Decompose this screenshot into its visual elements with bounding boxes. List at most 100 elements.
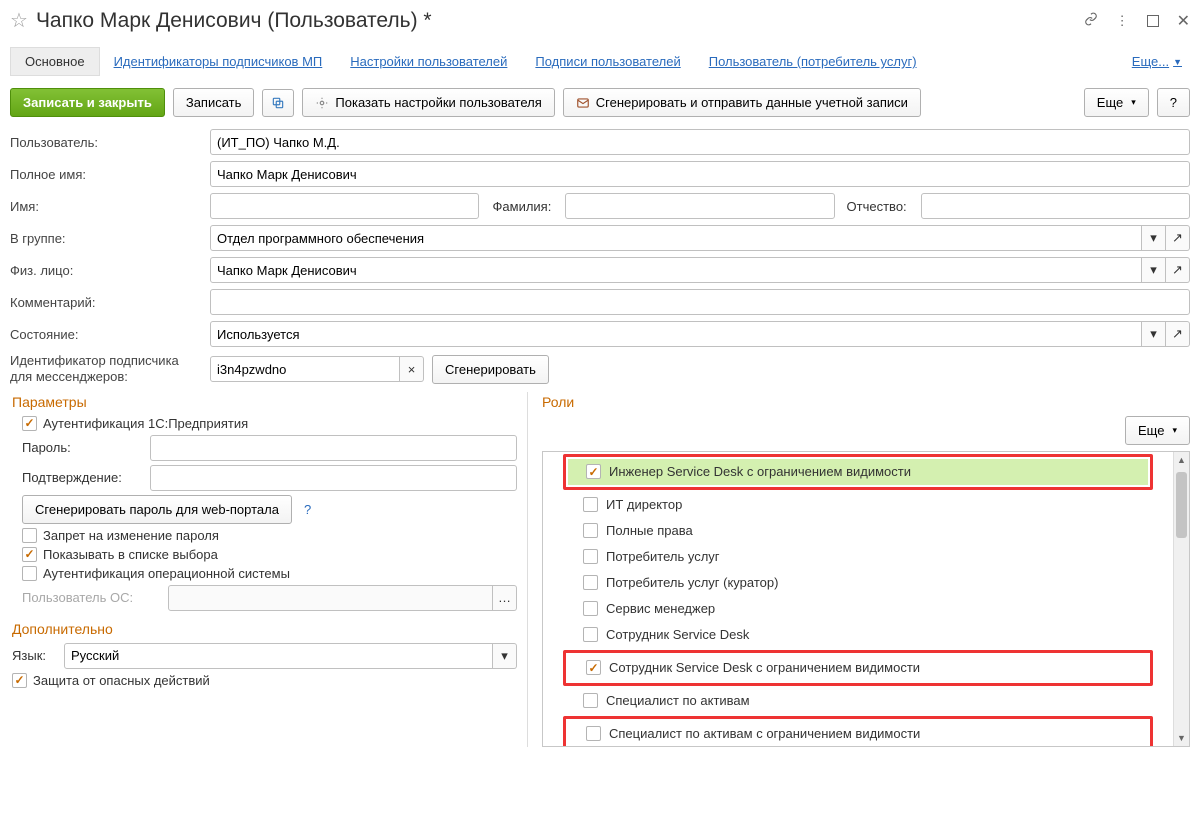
role-label: Специалист по активам [606,693,750,708]
role-checkbox[interactable] [583,627,598,642]
scroll-up-icon[interactable]: ▲ [1174,452,1189,468]
help-link[interactable]: ? [298,502,317,517]
role-checkbox[interactable] [583,575,598,590]
comment-label: Комментарий: [10,295,202,310]
user-input[interactable] [210,129,1190,155]
open-icon[interactable]: ↗ [1166,321,1190,347]
password-label: Пароль: [22,440,142,455]
full-name-input[interactable] [210,161,1190,187]
open-icon[interactable]: ↗ [1166,225,1190,251]
tab-bar: Основное Идентификаторы подписчиков МП Н… [10,47,1190,76]
show-in-list-checkbox[interactable] [22,547,37,562]
confirm-input[interactable] [150,465,517,491]
auth-1c-label: Аутентификация 1С:Предприятия [43,416,248,431]
tab-consumer[interactable]: Пользователь (потребитель услуг) [695,48,931,75]
chevron-down-icon[interactable]: ▾ [1142,257,1166,283]
confirm-label: Подтверждение: [22,470,142,485]
tab-main[interactable]: Основное [10,47,100,76]
additional-header: Дополнительно [12,621,517,637]
roles-more-button[interactable]: Еще▾ [1125,416,1190,445]
name-input[interactable] [210,193,479,219]
role-checkbox[interactable] [583,497,598,512]
favorite-star-icon[interactable]: ☆ [10,8,28,33]
status-label: Состояние: [10,327,202,342]
roles-header: Роли [542,394,1190,410]
group-label: В группе: [10,231,202,246]
show-in-list-label: Показывать в списке выбора [43,547,218,562]
role-checkbox[interactable] [586,464,601,479]
person-label: Физ. лицо: [10,263,202,278]
safe-actions-label: Защита от опасных действий [33,673,210,688]
tab-more[interactable]: Еще...▼ [1124,48,1190,75]
role-label: Инженер Service Desk с ограничением види… [609,464,911,479]
scroll-down-icon[interactable]: ▼ [1174,730,1189,746]
tab-subscriber-ids[interactable]: Идентификаторы подписчиков МП [100,48,337,75]
role-checkbox[interactable] [583,693,598,708]
open-icon[interactable]: ↗ [1166,257,1190,283]
os-auth-checkbox[interactable] [22,566,37,581]
role-label: Потребитель услуг (куратор) [606,575,778,590]
messenger-id-input[interactable] [210,356,400,382]
role-checkbox[interactable] [583,523,598,538]
close-icon[interactable]: ✕ [1177,11,1190,31]
kebab-menu-icon[interactable]: ⋮ [1116,13,1129,29]
titlebar: ☆ Чапко Марк Денисович (Пользователь) * … [10,8,1190,33]
chevron-down-icon[interactable]: ▾ [1142,321,1166,347]
chevron-down-icon: ▼ [1173,57,1182,67]
chevron-down-icon: ▾ [1172,425,1177,436]
language-label: Язык: [12,648,58,663]
surname-label: Фамилия: [487,199,557,214]
os-auth-label: Аутентификация операционной системы [43,566,290,581]
more-menu-button[interactable]: Еще▾ [1084,88,1149,117]
group-input[interactable] [210,225,1142,251]
full-name-label: Полное имя: [10,167,202,182]
chevron-down-icon[interactable]: ▾ [1142,225,1166,251]
page-title: Чапко Марк Денисович (Пользователь) * [36,9,1076,33]
surname-input[interactable] [565,193,834,219]
tab-user-settings[interactable]: Настройки пользователей [336,48,521,75]
scroll-thumb[interactable] [1176,472,1187,538]
link-icon[interactable] [1084,12,1098,29]
chevron-down-icon[interactable]: ▾ [493,643,517,669]
role-label: Сотрудник Service Desk [606,627,749,642]
role-checkbox[interactable] [583,549,598,564]
chevron-down-icon: ▾ [1131,97,1136,108]
language-input[interactable] [64,643,493,669]
password-input[interactable] [150,435,517,461]
roles-list: Инженер Service Desk с ограничением види… [542,451,1190,747]
generate-web-password-button[interactable]: Сгенерировать пароль для web-портала [22,495,292,524]
role-checkbox[interactable] [586,726,601,741]
save-and-close-button[interactable]: Записать и закрыть [10,88,165,117]
no-change-password-checkbox[interactable] [22,528,37,543]
patronymic-input[interactable] [921,193,1190,219]
copy-button[interactable] [262,89,294,117]
ellipsis-icon[interactable]: … [493,585,517,611]
help-button[interactable]: ? [1157,88,1190,117]
os-user-label: Пользователь ОС: [22,590,160,605]
window-restore-icon[interactable] [1147,15,1159,27]
person-input[interactable] [210,257,1142,283]
generate-id-button[interactable]: Сгенерировать [432,355,549,384]
save-button[interactable]: Записать [173,88,255,117]
safe-actions-checkbox[interactable] [12,673,27,688]
role-checkbox[interactable] [586,660,601,675]
show-settings-button[interactable]: Показать настройки пользователя [302,88,554,117]
clear-icon[interactable]: × [400,356,424,382]
tab-user-signatures[interactable]: Подписи пользователей [521,48,694,75]
generate-send-button[interactable]: Сгенерировать и отправить данные учетной… [563,88,921,117]
messenger-id-label: Идентификатор подписчика для мессенджеро… [10,353,202,386]
role-label: Сервис менеджер [606,601,715,616]
patronymic-label: Отчество: [843,199,913,214]
role-label: Полные права [606,523,693,538]
parameters-header: Параметры [12,394,517,410]
role-label: Специалист по активам с ограничением вид… [609,726,920,741]
name-label: Имя: [10,199,202,214]
role-checkbox[interactable] [583,601,598,616]
role-label: ИТ директор [606,497,682,512]
comment-input[interactable] [210,289,1190,315]
auth-1c-checkbox[interactable] [22,416,37,431]
no-change-password-label: Запрет на изменение пароля [43,528,219,543]
scrollbar[interactable]: ▲ ▼ [1173,452,1189,746]
status-input[interactable] [210,321,1142,347]
os-user-input [168,585,493,611]
